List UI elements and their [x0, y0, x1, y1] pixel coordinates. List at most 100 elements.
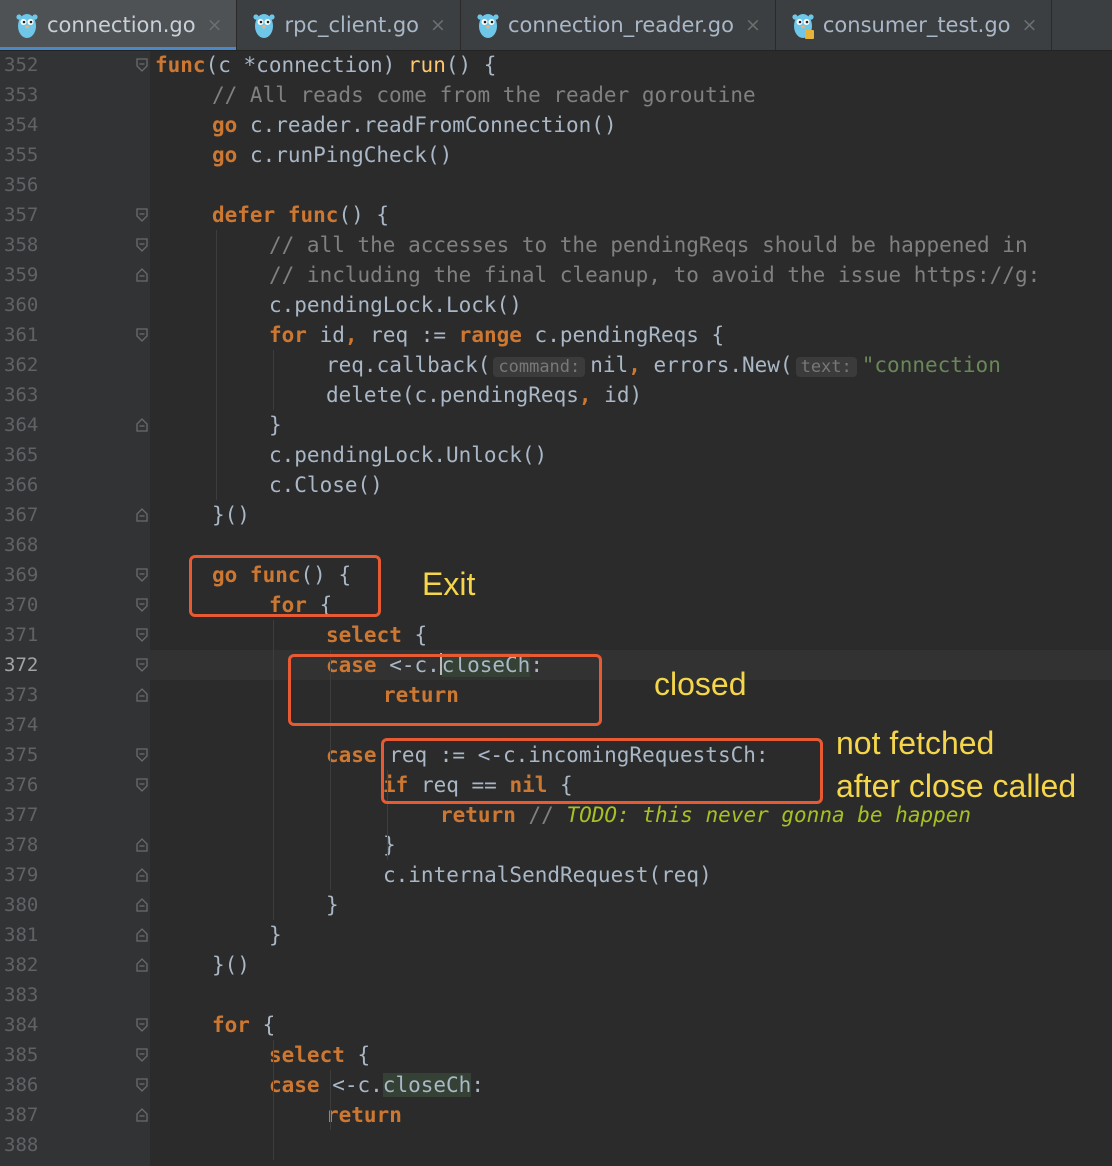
code-token: c.internalSendRequest(req)	[383, 863, 712, 887]
gutter-line[interactable]: 385	[0, 1040, 150, 1070]
gutter-line[interactable]: 382	[0, 950, 150, 980]
code-token: for	[212, 1013, 263, 1037]
code-line[interactable]: for id, req := range c.pendingReqs {	[150, 320, 1112, 350]
code-token: return	[326, 1103, 402, 1127]
code-line[interactable]: }	[150, 410, 1112, 440]
line-number: 353	[4, 84, 39, 106]
gutter-line[interactable]: 373	[0, 680, 150, 710]
gutter-line[interactable]: 381	[0, 920, 150, 950]
gutter-line[interactable]: 380	[0, 890, 150, 920]
gutter-line[interactable]: 372	[0, 650, 150, 680]
gutter-line[interactable]: 365	[0, 440, 150, 470]
gopher-icon	[477, 11, 499, 39]
gutter-line[interactable]: 361	[0, 320, 150, 350]
code-line[interactable]	[150, 170, 1112, 200]
tab-connection-reader-go[interactable]: connection_reader.go ×	[461, 0, 776, 50]
gutter-line[interactable]: 376	[0, 770, 150, 800]
code-token: c	[218, 53, 244, 77]
code-text: }	[269, 410, 282, 440]
gutter-line[interactable]: 371	[0, 620, 150, 650]
code-line[interactable]: defer func() {	[150, 200, 1112, 230]
code-line[interactable]: func(c *connection) run() {	[150, 51, 1112, 80]
code-line[interactable]: select {	[150, 620, 1112, 650]
line-number: 366	[4, 474, 39, 496]
code-line[interactable]: c.Close()	[150, 470, 1112, 500]
gutter-line[interactable]: 370	[0, 590, 150, 620]
code-token: delete(c.pendingReqs	[326, 383, 579, 407]
gutter-line[interactable]: 358	[0, 230, 150, 260]
closed-highlight-box	[288, 654, 602, 726]
tab-connection-go[interactable]: connection.go ×	[0, 0, 238, 50]
gutter-line[interactable]: 363	[0, 380, 150, 410]
code-token: :	[471, 1073, 484, 1097]
gutter-line[interactable]: 367	[0, 500, 150, 530]
code-text: for {	[212, 1010, 275, 1040]
gutter-line[interactable]: 356	[0, 170, 150, 200]
code-line[interactable]	[150, 980, 1112, 1010]
code-token: req :=	[370, 323, 459, 347]
code-token: go	[212, 113, 250, 137]
gutter-line[interactable]: 353	[0, 80, 150, 110]
code-line[interactable]: c.internalSendRequest(req)	[150, 860, 1112, 890]
code-line[interactable]: req.callback(command: nil, errors.New(tex…	[150, 350, 1112, 380]
close-tab-icon[interactable]: ×	[745, 14, 761, 36]
code-line[interactable]: go c.reader.readFromConnection()	[150, 110, 1112, 140]
gutter-line[interactable]: 352	[0, 50, 150, 80]
close-tab-icon[interactable]: ×	[1022, 14, 1038, 36]
code-token: {	[262, 1013, 276, 1037]
gutter-line[interactable]: 386	[0, 1070, 150, 1100]
gutter-line[interactable]: 378	[0, 830, 150, 860]
code-line[interactable]: // all the accesses to the pendingReqs s…	[150, 230, 1112, 260]
gutter-line[interactable]: 375	[0, 740, 150, 770]
code-line[interactable]: // including the final cleanup, to avoid…	[150, 260, 1112, 290]
line-number: 362	[4, 354, 39, 376]
gutter-line[interactable]: 374	[0, 710, 150, 740]
code-line[interactable]: }	[150, 830, 1112, 860]
tab-consumer-test-go[interactable]: consumer_test.go ×	[776, 0, 1053, 50]
code-line[interactable]: case <-c.closeCh:	[150, 1070, 1112, 1100]
code-line[interactable]	[150, 1130, 1112, 1160]
gutter-line[interactable]: 377	[0, 800, 150, 830]
gutter-line[interactable]: 357	[0, 200, 150, 230]
gutter-line[interactable]: 369	[0, 560, 150, 590]
gutter-line[interactable]: 368	[0, 530, 150, 560]
code-line[interactable]: go c.runPingCheck()	[150, 140, 1112, 170]
gutter-line[interactable]: 366	[0, 470, 150, 500]
gutter-line[interactable]: 384	[0, 1010, 150, 1040]
indent-guide	[330, 1070, 331, 1130]
code-line[interactable]: }	[150, 920, 1112, 950]
code-line[interactable]: }	[150, 890, 1112, 920]
code-token: )	[382, 53, 408, 77]
code-line[interactable]: c.pendingLock.Unlock()	[150, 440, 1112, 470]
code-line[interactable]: }()	[150, 500, 1112, 530]
gutter-line[interactable]: 388	[0, 1130, 150, 1160]
code-token: }()	[212, 503, 250, 527]
line-number-gutter[interactable]: 352 353 354 355 356 357 358 359 360 361 362 363 364 3…	[0, 51, 150, 1166]
code-line[interactable]: c.pendingLock.Lock()	[150, 290, 1112, 320]
gutter-line[interactable]: 364	[0, 410, 150, 440]
line-number: 387	[4, 1104, 39, 1126]
code-line[interactable]: select {	[150, 1040, 1112, 1070]
gutter-line[interactable]: 379	[0, 860, 150, 890]
code-line[interactable]: }()	[150, 950, 1112, 980]
gutter-line[interactable]: 355	[0, 140, 150, 170]
code-token: errors.New(	[653, 353, 793, 377]
tab-label: connection.go	[47, 13, 196, 37]
gutter-line[interactable]: 383	[0, 980, 150, 1010]
close-tab-icon[interactable]: ×	[207, 14, 223, 36]
line-number: 376	[4, 774, 39, 796]
tab-rpc-client-go[interactable]: rpc_client.go ×	[237, 0, 461, 50]
gutter-line[interactable]: 354	[0, 110, 150, 140]
code-line[interactable]: for {	[150, 1010, 1112, 1040]
code-line[interactable]: return	[150, 1100, 1112, 1130]
gutter-line[interactable]: 360	[0, 290, 150, 320]
gutter-line[interactable]: 359	[0, 260, 150, 290]
code-token: }	[383, 833, 396, 857]
close-tab-icon[interactable]: ×	[430, 14, 446, 36]
gutter-line[interactable]: 387	[0, 1100, 150, 1130]
code-token: for	[269, 323, 320, 347]
code-line[interactable]: // All reads come from the reader gorout…	[150, 80, 1112, 110]
code-line[interactable]: delete(c.pendingReqs, id)	[150, 380, 1112, 410]
line-number: 363	[4, 384, 39, 406]
gutter-line[interactable]: 362	[0, 350, 150, 380]
